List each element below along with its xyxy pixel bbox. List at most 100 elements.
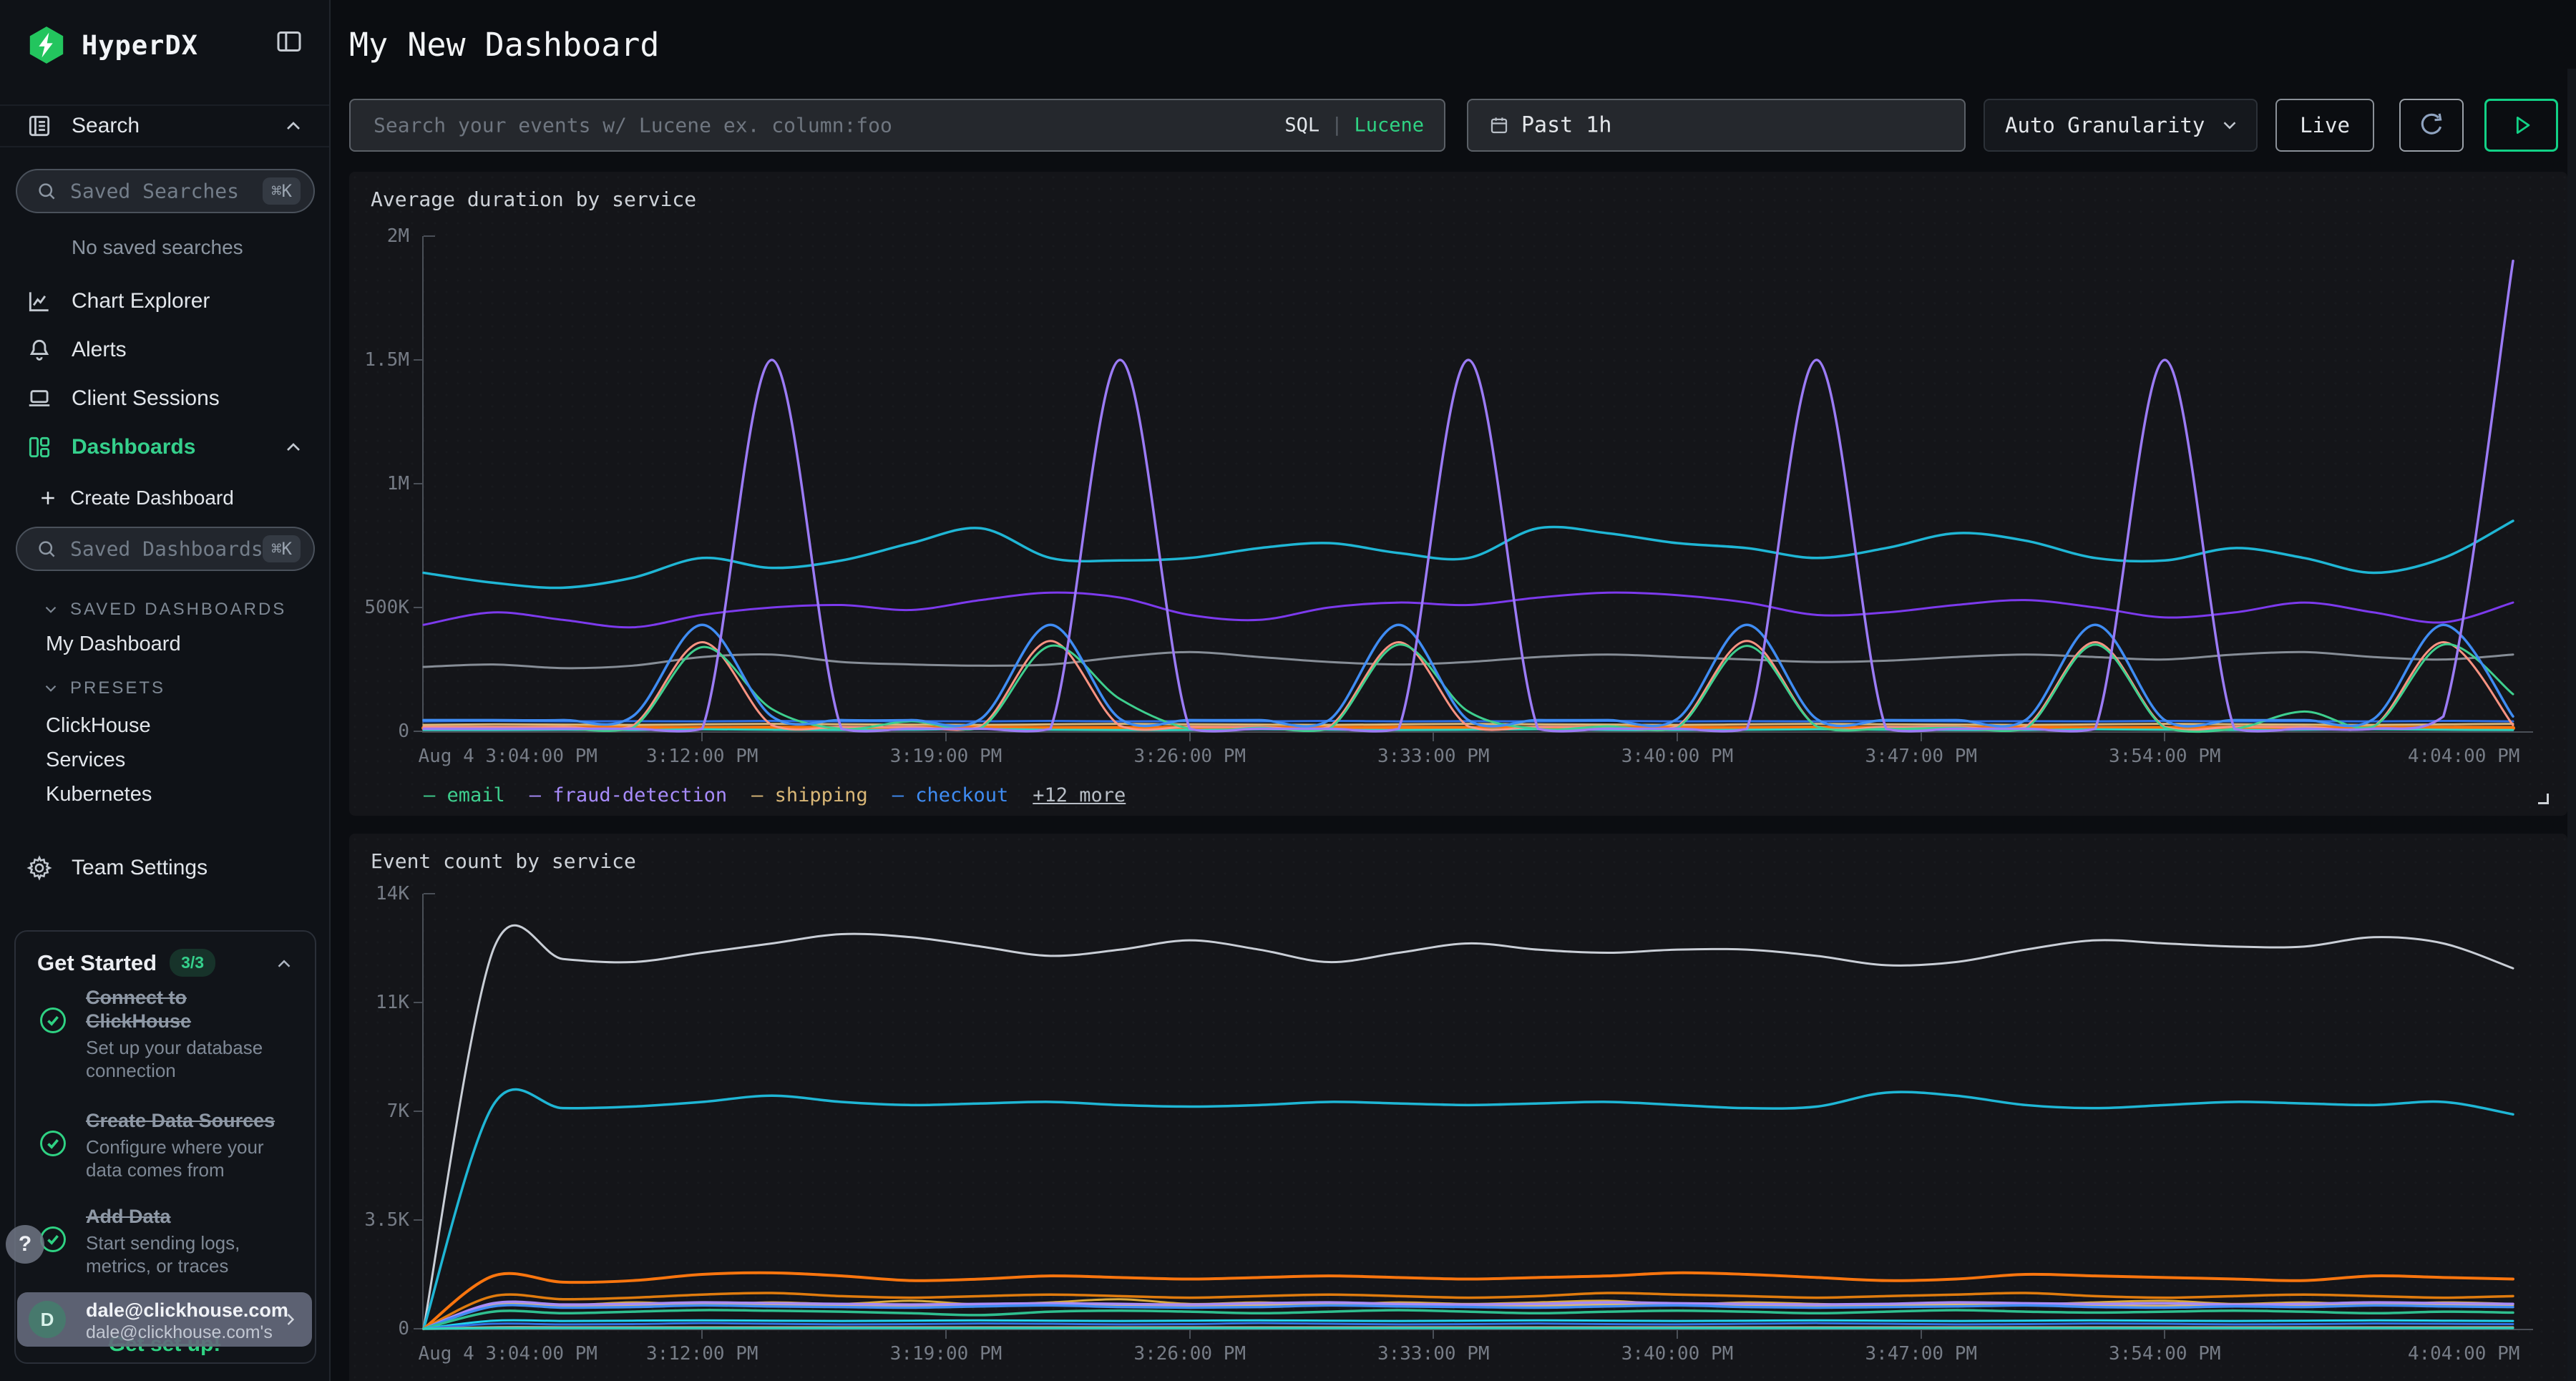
refresh-icon bbox=[2416, 110, 2446, 140]
event-search-input[interactable]: Search your events w/ Lucene ex. column:… bbox=[349, 99, 1445, 152]
shortcut-badge: ⌘K bbox=[263, 177, 301, 205]
sidebar-item-services[interactable]: Services bbox=[46, 748, 125, 772]
checklist-item-add-data[interactable]: Add Data Start sending logs, metrics, or… bbox=[37, 1205, 295, 1278]
shortcut-badge: ⌘K bbox=[263, 535, 301, 562]
sidebar-item-label: Search bbox=[72, 114, 140, 138]
x-tick-label: 3:40:00 PM bbox=[1621, 1343, 1734, 1365]
granularity-value: Auto Granularity bbox=[2005, 113, 2205, 137]
checklist-item-desc: Set up your database connection bbox=[86, 1036, 295, 1083]
sidebar-item-label: Alerts bbox=[72, 338, 127, 362]
plot-area[interactable]: 14K11K7K3.5K0Aug 4 3:04:00 PM3:12:00 PM3… bbox=[424, 894, 2513, 1329]
x-tick-label: 3:26:00 PM bbox=[1133, 1343, 1246, 1365]
y-tick-mark bbox=[414, 483, 422, 484]
y-tick-mark bbox=[414, 1219, 422, 1221]
x-tick-label: 3:12:00 PM bbox=[646, 1343, 758, 1365]
check-circle-icon bbox=[37, 1005, 69, 1036]
chevron-up-icon[interactable] bbox=[282, 436, 305, 459]
checklist-item-connect[interactable]: Connect to ClickHouse Set up your databa… bbox=[37, 986, 295, 1083]
x-tick-mark bbox=[945, 731, 947, 741]
y-tick-mark bbox=[414, 1002, 422, 1003]
series-line bbox=[424, 592, 2513, 628]
run-query-button[interactable] bbox=[2484, 99, 2558, 152]
gear-icon bbox=[26, 854, 53, 882]
x-tick-mark bbox=[1189, 731, 1191, 741]
chevron-up-icon[interactable] bbox=[273, 953, 295, 975]
live-button[interactable]: Live bbox=[2275, 99, 2374, 152]
x-tick-mark bbox=[701, 1329, 703, 1339]
sidebar-item-alerts[interactable]: Alerts bbox=[0, 328, 329, 372]
x-tick-mark bbox=[1921, 731, 1922, 741]
checklist-item-title: Add Data bbox=[86, 1205, 295, 1229]
saved-searches-input[interactable]: Saved Searches ⌘K bbox=[16, 169, 315, 213]
laptop-icon bbox=[26, 385, 53, 412]
y-tick-label: 1M bbox=[387, 473, 409, 494]
legend-item-checkout[interactable]: — checkout bbox=[892, 784, 1009, 806]
sidebar-item-kubernetes[interactable]: Kubernetes bbox=[46, 783, 152, 806]
get-started-title: Get Started bbox=[37, 950, 157, 976]
x-tick-mark bbox=[1433, 731, 1434, 741]
live-label: Live bbox=[2300, 113, 2350, 137]
x-tick-label: 3:47:00 PM bbox=[1865, 746, 1977, 767]
x-tick-mark bbox=[1433, 1329, 1434, 1339]
y-tick-mark bbox=[414, 1328, 422, 1329]
brand-title: HyperDX bbox=[82, 30, 198, 61]
sidebar-item-client-sessions[interactable]: Client Sessions bbox=[0, 376, 329, 421]
hyperdx-logo-icon bbox=[26, 24, 67, 66]
sidebar-item-my-dashboard[interactable]: My Dashboard bbox=[46, 633, 181, 656]
sidebar-item-dashboards[interactable]: Dashboards bbox=[0, 425, 329, 469]
get-started-progress-badge: 3/3 bbox=[170, 949, 215, 977]
series-line bbox=[424, 925, 2513, 1329]
page-title: My New Dashboard bbox=[349, 26, 659, 64]
x-tick-mark bbox=[1677, 1329, 1678, 1339]
panel-resize-handle[interactable] bbox=[2538, 794, 2549, 804]
sidebar: HyperDX Search Saved Searches ⌘K No save… bbox=[0, 0, 331, 1381]
check-circle-icon bbox=[37, 1128, 69, 1159]
refresh-button[interactable] bbox=[2399, 99, 2464, 152]
avatar: D bbox=[29, 1301, 66, 1338]
x-tick-mark bbox=[945, 1329, 947, 1339]
checklist-item-data-sources[interactable]: Create Data Sources Configure where your… bbox=[37, 1109, 295, 1182]
y-tick-label: 14K bbox=[376, 883, 409, 904]
x-tick-mark bbox=[2164, 1329, 2165, 1339]
saved-dashboards-placeholder: Saved Dashboards bbox=[70, 537, 263, 561]
create-dashboard-button[interactable]: Create Dashboard bbox=[0, 478, 329, 518]
x-tick-label: Aug 4 3:04:00 PM bbox=[418, 1343, 597, 1365]
chart-title: Event count by service bbox=[371, 849, 636, 873]
sidebar-item-team-settings[interactable]: Team Settings bbox=[0, 846, 329, 890]
help-button[interactable]: ? bbox=[6, 1225, 44, 1264]
y-tick-mark bbox=[414, 1111, 422, 1112]
x-tick-label: 3:12:00 PM bbox=[646, 746, 758, 767]
series-line bbox=[424, 1305, 2513, 1329]
mode-divider: | bbox=[1331, 114, 1342, 137]
presets-section-header[interactable]: PRESETS bbox=[42, 678, 165, 698]
sidebar-item-label: Dashboards bbox=[72, 435, 195, 459]
chevron-up-icon[interactable] bbox=[282, 114, 305, 137]
sql-mode-button[interactable]: SQL bbox=[1284, 114, 1319, 137]
scrollbar[interactable] bbox=[2567, 69, 2576, 1381]
time-range-picker[interactable]: Past 1h bbox=[1467, 99, 1966, 152]
sidebar-item-search[interactable]: Search bbox=[0, 104, 329, 147]
event-search-placeholder: Search your events w/ Lucene ex. column:… bbox=[374, 114, 892, 137]
x-tick-label: 4:04:00 PM bbox=[2408, 746, 2520, 767]
checklist-item-desc: Configure where your data comes from bbox=[86, 1136, 295, 1182]
x-tick-label: 3:26:00 PM bbox=[1133, 746, 1246, 767]
legend-item-shipping[interactable]: — shipping bbox=[751, 784, 868, 806]
search-icon bbox=[36, 538, 57, 560]
sidebar-collapse-icon[interactable] bbox=[273, 27, 305, 56]
legend-item-email[interactable]: — email bbox=[424, 784, 505, 806]
sidebar-item-chart-explorer[interactable]: Chart Explorer bbox=[0, 279, 329, 323]
lucene-mode-button[interactable]: Lucene bbox=[1354, 114, 1424, 137]
granularity-select[interactable]: Auto Granularity bbox=[1984, 99, 2258, 152]
y-tick-mark bbox=[414, 607, 422, 608]
user-menu[interactable]: D dale@clickhouse.com dale@clickhouse.co… bbox=[17, 1292, 312, 1347]
saved-dashboards-input[interactable]: Saved Dashboards ⌘K bbox=[16, 527, 315, 571]
legend-item-fraud-detection[interactable]: — fraud-detection bbox=[530, 784, 727, 806]
plot-area[interactable]: 2M1.5M1M500K0Aug 4 3:04:00 PM3:12:00 PM3… bbox=[424, 236, 2513, 731]
legend-more-link[interactable]: +12 more bbox=[1033, 784, 1126, 806]
saved-dashboards-section-header[interactable]: SAVED DASHBOARDS bbox=[42, 600, 286, 620]
series-line-fraud-detection bbox=[424, 261, 2513, 731]
chart-title: Average duration by service bbox=[371, 187, 696, 211]
chevron-down-icon bbox=[42, 679, 60, 698]
x-tick-label: 3:54:00 PM bbox=[2109, 746, 2221, 767]
sidebar-item-clickhouse[interactable]: ClickHouse bbox=[46, 714, 151, 738]
